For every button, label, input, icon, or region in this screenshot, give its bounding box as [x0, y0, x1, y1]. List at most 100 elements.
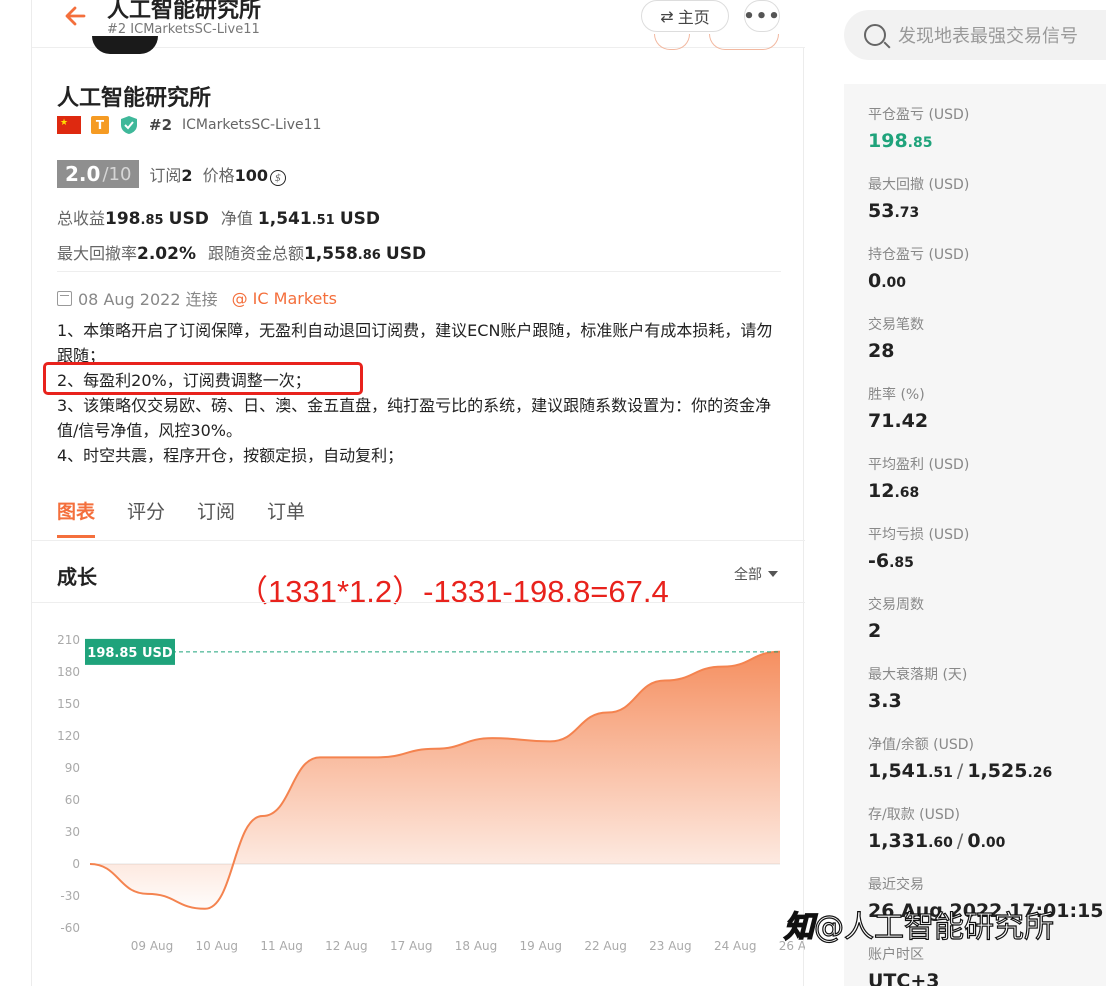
- metric-value-int: 198: [868, 130, 908, 152]
- equity-unit: USD: [339, 209, 380, 229]
- metrics-sidebar: 平仓盈亏 (USD) 198.85 最大回撤 (USD) 53.73 持仓盈亏 (USD…: [844, 84, 1106, 986]
- more-button[interactable]: •••: [743, 0, 781, 32]
- swap-icon: ⇄: [660, 6, 674, 26]
- metric-item: 平仓盈亏 (USD) 198.85: [868, 104, 969, 152]
- back-arrow-icon[interactable]: [62, 2, 90, 30]
- tab-orders[interactable]: 订单: [267, 497, 305, 524]
- broker-link[interactable]: @ IC Markets: [232, 289, 337, 308]
- metric-value-int: 2: [868, 620, 882, 642]
- max-drawdown-label: 最大回撤率: [57, 244, 138, 263]
- metric-label: 交易笔数: [868, 317, 924, 333]
- range-select[interactable]: 全部: [734, 564, 778, 584]
- y-tick-label: 180: [57, 665, 80, 679]
- home-button[interactable]: ⇄ 主页: [641, 0, 729, 32]
- metric-value: 0.00: [868, 270, 969, 292]
- search-placeholder: 发现地表最强交易信号: [898, 26, 1078, 47]
- search-icon: [864, 24, 886, 46]
- avatar: [92, 36, 158, 54]
- metric-value: 1,331.60/0.00: [868, 830, 1005, 852]
- watermark-text: @人工智能研究所: [813, 909, 1054, 945]
- growth-chart[interactable]: 210 180 150 120 90 60 30 0 -30 -60 09 Aug 10 Aug 11 …: [32, 620, 821, 960]
- metric-value-dec: .85: [889, 555, 914, 571]
- score-value: 2.0: [65, 162, 101, 186]
- metric-value-dec: .85: [907, 135, 933, 151]
- signal-name: 人工智能研究所: [57, 86, 212, 111]
- watermark: 知@人工智能研究所: [783, 902, 1054, 946]
- metric-label: 平仓盈亏 (USD): [868, 107, 970, 123]
- connect-info: 08 Aug 2022 连接 @ IC Markets: [57, 286, 337, 310]
- tab-rating[interactable]: 评分: [127, 497, 165, 524]
- y-tick-label: -30: [60, 889, 80, 903]
- x-tick-label: 22 Aug: [584, 939, 627, 953]
- max-drawdown-value: 2.02%: [137, 244, 196, 264]
- metric-value-int: 28: [868, 340, 895, 362]
- metric-label: 存/取款 (USD): [868, 807, 961, 823]
- follow-total-int: 1,558: [304, 244, 358, 264]
- metric-label: 持仓盈亏 (USD): [868, 247, 970, 263]
- metric-item: 存/取款 (USD) 1,331.60/0.00: [868, 804, 1005, 852]
- x-tick-label: 09 Aug: [131, 939, 174, 953]
- search-bar[interactable]: 发现地表最强交易信号: [844, 10, 1106, 60]
- metric-value-int: 0: [967, 830, 981, 852]
- equity-dec: .51: [311, 213, 335, 228]
- y-tick-label: 0: [72, 857, 80, 871]
- x-tick-label: 11 Aug: [260, 939, 303, 953]
- metric-value-int: 71.42: [868, 410, 929, 432]
- tabs-divider: [32, 540, 805, 541]
- score-denominator: /10: [102, 163, 132, 185]
- header-subtitle: #2 ICMarketsSC-Live11: [107, 22, 260, 37]
- metric-value: 3.3: [868, 690, 967, 712]
- metric-item: 最大回撤 (USD) 53.73: [868, 174, 969, 222]
- equity-int: 1,541: [257, 209, 312, 229]
- tab-chart[interactable]: 图表: [57, 497, 96, 538]
- metric-label: 净值/余额 (USD): [868, 737, 975, 753]
- verified-shield-icon: [121, 116, 137, 134]
- metric-value-dec: .60: [928, 835, 953, 851]
- signal-detail-card: 人工智能研究所 #2 ICMarketsSC-Live11 ⇄ 主页 ••• 人…: [31, 0, 821, 986]
- metric-value: 53.73: [868, 200, 969, 222]
- metric-value: 12.68: [868, 480, 969, 502]
- rank-badge: #2: [149, 116, 173, 134]
- badge-row: ★ T #2 ICMarketsSC-Live11: [57, 114, 321, 136]
- metric-item: 平均亏损 (USD) -6.85: [868, 524, 969, 572]
- metric-item: 胜率 (%) 71.42: [868, 384, 928, 432]
- metric-item: 最大衰落期 (天) 3.3: [868, 664, 967, 712]
- chevron-down-icon: [768, 571, 778, 577]
- total-profit-int: 198: [105, 209, 141, 229]
- metric-separator: /: [956, 760, 964, 782]
- follow-total-unit: USD: [385, 244, 427, 264]
- total-profit-label: 总收益: [57, 209, 106, 228]
- metric-value-int: 53: [868, 200, 895, 222]
- metric-value-dec: .26: [1027, 765, 1053, 781]
- x-tick-label: 10 Aug: [196, 939, 239, 953]
- price-label: 价格: [202, 165, 235, 185]
- more-icon: •••: [743, 5, 781, 27]
- metric-value-int: 1,525: [967, 760, 1028, 782]
- metric-item: 交易笔数 28: [868, 314, 924, 362]
- connect-date: 08 Aug 2022 连接: [78, 290, 218, 309]
- metric-label: 账户时区: [868, 947, 924, 963]
- tab-subscribe[interactable]: 订阅: [197, 497, 235, 524]
- drawdown-follow-row: 最大回撤率2.02% 跟随资金总额1,558.86 USD: [57, 240, 426, 264]
- chart-header-divider: [32, 602, 805, 603]
- metric-separator: /: [956, 830, 964, 852]
- subscribe-button-edge[interactable]: [709, 34, 779, 50]
- metric-item: 持仓盈亏 (USD) 0.00: [868, 244, 969, 292]
- metric-label: 平均亏损 (USD): [868, 527, 970, 543]
- t-badge: T: [91, 116, 109, 134]
- metric-value-int: UTC+3: [868, 970, 940, 986]
- y-tick-label: 30: [65, 825, 80, 839]
- metric-label: 交易周数: [868, 597, 924, 613]
- metric-value-int: -6: [868, 550, 890, 572]
- coin-icon: $: [269, 170, 286, 187]
- description-line: 3、该策略仅交易欧、磅、日、澳、金五直盘，纯打盈亏比的系统，建议跟随系数设置为：…: [57, 396, 772, 440]
- metric-item: 账户时区 UTC+3: [868, 944, 939, 986]
- metric-value-int: 1,541: [868, 760, 929, 782]
- metric-label: 平均盈利 (USD): [868, 457, 970, 473]
- metric-value: 28: [868, 340, 924, 362]
- x-tick-label: 12 Aug: [325, 939, 368, 953]
- profit-equity-row: 总收益198.85 USD 净值 1,541.51 USD: [57, 205, 380, 229]
- y-tick-label: 120: [57, 729, 80, 743]
- metric-value: 2: [868, 620, 924, 642]
- x-tick-label: 19 Aug: [520, 939, 563, 953]
